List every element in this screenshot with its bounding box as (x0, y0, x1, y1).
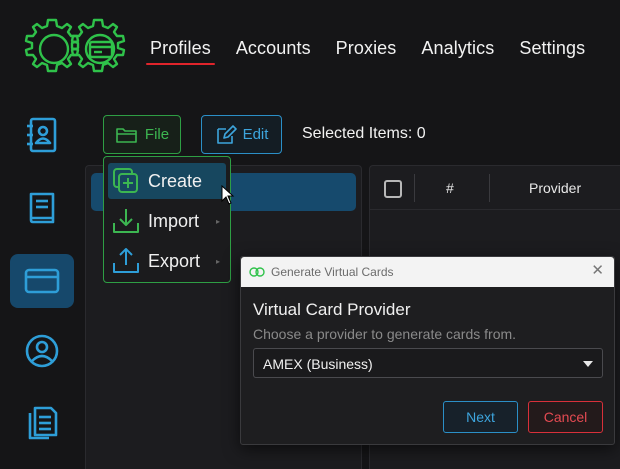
export-upload-icon (113, 248, 139, 273)
file-button[interactable]: File (103, 115, 181, 154)
dialog-heading: Virtual Card Provider (253, 300, 411, 319)
selected-items-count: Selected Items: 0 (302, 125, 426, 142)
documents-icon (28, 406, 58, 440)
edit-button[interactable]: Edit (201, 115, 282, 154)
user-circle-icon (25, 334, 59, 368)
sidebar-item-book[interactable] (10, 181, 74, 235)
select-all-checkbox[interactable] (384, 180, 402, 198)
app-logo-icon (24, 18, 126, 73)
nav-profiles[interactable]: Profiles (146, 38, 215, 65)
book-icon (29, 192, 55, 224)
column-header-number: # (446, 180, 454, 196)
address-book-icon (27, 117, 57, 153)
table-header: # Provider (370, 166, 620, 210)
nav-proxies[interactable]: Proxies (336, 38, 397, 59)
nav-settings[interactable]: Settings (519, 38, 585, 59)
credit-card-icon (24, 268, 60, 294)
edit-button-label: Edit (242, 126, 269, 143)
folder-icon (116, 127, 137, 143)
dialog-window-title: Generate Virtual Cards (271, 265, 394, 279)
generate-virtual-cards-dialog: Generate Virtual Cards ✕ Virtual Card Pr… (240, 256, 615, 445)
sidebar-item-documents[interactable] (10, 396, 74, 450)
close-icon[interactable]: ✕ (591, 263, 604, 278)
app-logo-icon (249, 267, 265, 277)
nav-analytics[interactable]: Analytics (421, 38, 494, 59)
provider-select[interactable]: AMEX (Business) (253, 348, 603, 378)
submenu-arrow-icon: ▸ (215, 216, 220, 226)
column-header-provider: Provider (529, 180, 582, 196)
menu-item-export[interactable]: Export ▸ (108, 243, 226, 279)
edit-pencil-icon (216, 124, 237, 144)
menu-item-label: Import (148, 210, 200, 231)
sidebar (0, 100, 84, 469)
file-dropdown-menu: Create Import ▸ Export ▸ (103, 156, 231, 283)
menu-item-label: Export (148, 250, 201, 271)
menu-item-import[interactable]: Import ▸ (108, 203, 226, 239)
import-download-icon (113, 209, 139, 233)
create-plus-icon (113, 168, 138, 193)
column-divider (489, 174, 490, 202)
sidebar-item-contacts[interactable] (10, 108, 74, 162)
provider-select-value: AMEX (Business) (263, 356, 373, 372)
sidebar-item-cards[interactable] (10, 254, 74, 308)
chevron-down-icon (583, 361, 593, 367)
column-divider (414, 174, 415, 202)
submenu-arrow-icon: ▸ (215, 256, 220, 266)
cancel-button[interactable]: Cancel (528, 401, 603, 433)
main-nav: Profiles Accounts Proxies Analytics Sett… (146, 38, 610, 65)
mouse-cursor-icon (221, 185, 235, 205)
file-button-label: File (144, 126, 170, 143)
sidebar-item-user[interactable] (10, 324, 74, 378)
next-button[interactable]: Next (443, 401, 518, 433)
dialog-titlebar: Generate Virtual Cards ✕ (241, 257, 614, 287)
menu-item-label: Create (148, 170, 203, 191)
menu-item-create[interactable]: Create (108, 163, 226, 199)
nav-accounts[interactable]: Accounts (236, 38, 311, 59)
dialog-subtitle: Choose a provider to generate cards from… (253, 326, 517, 342)
